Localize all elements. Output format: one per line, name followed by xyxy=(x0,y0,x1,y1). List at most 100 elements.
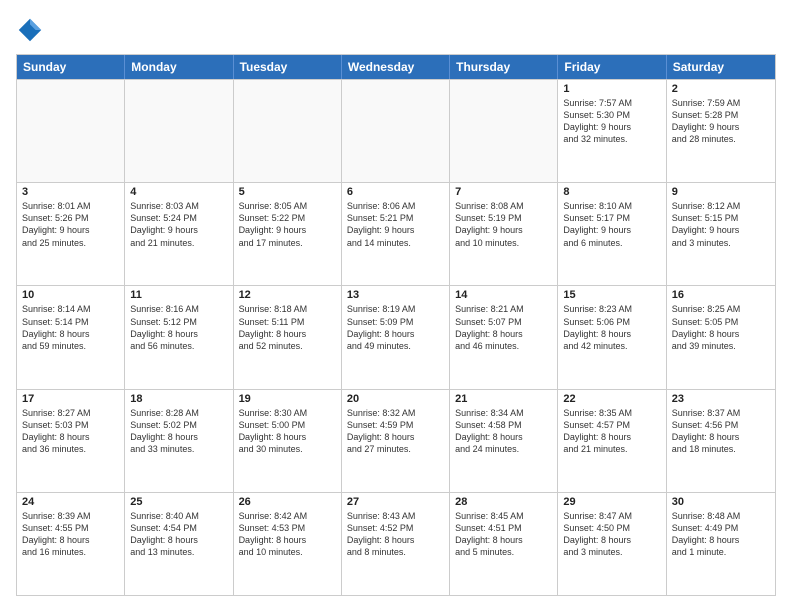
calendar-cell: 7 Sunrise: 8:08 AM Sunset: 5:19 PM Daylig… xyxy=(450,183,558,285)
day-info: Sunrise: 8:35 AM Sunset: 4:57 PM Dayligh… xyxy=(563,407,660,456)
day-number: 15 xyxy=(563,289,660,301)
calendar-header-wednesday: Wednesday xyxy=(342,55,450,79)
calendar-row-4: 24Sunrise: 8:39 AM Sunset: 4:55 PM Dayli… xyxy=(17,492,775,595)
day-info: Sunrise: 8:14 AM Sunset: 5:14 PM Dayligh… xyxy=(22,303,119,352)
calendar-cell: 3 Sunrise: 8:01 AM Sunset: 5:26 PM Daylig… xyxy=(17,183,125,285)
day-info: Sunrise: 8:08 AM Sunset: 5:19 PM Dayligh… xyxy=(455,200,552,249)
day-info: Sunrise: 8:30 AM Sunset: 5:00 PM Dayligh… xyxy=(239,407,336,456)
calendar-row-1: 3 Sunrise: 8:01 AM Sunset: 5:26 PM Daylig… xyxy=(17,182,775,285)
day-info: Sunrise: 8:27 AM Sunset: 5:03 PM Dayligh… xyxy=(22,407,119,456)
calendar-cell: 1Sunrise: 7:57 AM Sunset: 5:30 PM Daylig… xyxy=(558,80,666,182)
calendar-header-sunday: Sunday xyxy=(17,55,125,79)
day-info: Sunrise: 8:19 AM Sunset: 5:09 PM Dayligh… xyxy=(347,303,444,352)
calendar-cell: 14 Sunrise: 8:21 AM Sunset: 5:07 PM Dayli… xyxy=(450,286,558,388)
logo-icon xyxy=(16,16,44,44)
day-info: Sunrise: 8:25 AM Sunset: 5:05 PM Dayligh… xyxy=(672,303,770,352)
day-number: 21 xyxy=(455,393,552,405)
day-info: Sunrise: 8:21 AM Sunset: 5:07 PM Dayligh… xyxy=(455,303,552,352)
day-number: 23 xyxy=(672,393,770,405)
calendar-cell: 16 Sunrise: 8:25 AM Sunset: 5:05 PM Dayli… xyxy=(667,286,775,388)
calendar: SundayMondayTuesdayWednesdayThursdayFrid… xyxy=(16,54,776,596)
day-number: 7 xyxy=(455,186,552,198)
day-info: Sunrise: 8:16 AM Sunset: 5:12 PM Dayligh… xyxy=(130,303,227,352)
day-info: Sunrise: 8:37 AM Sunset: 4:56 PM Dayligh… xyxy=(672,407,770,456)
day-number: 4 xyxy=(130,186,227,198)
calendar-cell: 12 Sunrise: 8:18 AM Sunset: 5:11 PM Dayli… xyxy=(234,286,342,388)
day-number: 5 xyxy=(239,186,336,198)
calendar-header-saturday: Saturday xyxy=(667,55,775,79)
day-info: Sunrise: 8:01 AM Sunset: 5:26 PM Dayligh… xyxy=(22,200,119,249)
logo xyxy=(16,16,48,44)
calendar-header-thursday: Thursday xyxy=(450,55,558,79)
day-number: 17 xyxy=(22,393,119,405)
day-number: 30 xyxy=(672,496,770,508)
day-number: 20 xyxy=(347,393,444,405)
calendar-cell: 25 Sunrise: 8:40 AM Sunset: 4:54 PM Dayli… xyxy=(125,493,233,595)
day-number: 12 xyxy=(239,289,336,301)
calendar-cell: 30Sunrise: 8:48 AM Sunset: 4:49 PM Dayli… xyxy=(667,493,775,595)
calendar-row-2: 10 Sunrise: 8:14 AM Sunset: 5:14 PM Dayli… xyxy=(17,285,775,388)
calendar-body: 1Sunrise: 7:57 AM Sunset: 5:30 PM Daylig… xyxy=(17,79,775,595)
day-number: 2 xyxy=(672,83,770,95)
day-info: Sunrise: 8:06 AM Sunset: 5:21 PM Dayligh… xyxy=(347,200,444,249)
calendar-cell: 20Sunrise: 8:32 AM Sunset: 4:59 PM Dayli… xyxy=(342,390,450,492)
day-number: 16 xyxy=(672,289,770,301)
calendar-cell: 24Sunrise: 8:39 AM Sunset: 4:55 PM Dayli… xyxy=(17,493,125,595)
day-info: Sunrise: 8:34 AM Sunset: 4:58 PM Dayligh… xyxy=(455,407,552,456)
day-number: 19 xyxy=(239,393,336,405)
day-info: Sunrise: 8:23 AM Sunset: 5:06 PM Dayligh… xyxy=(563,303,660,352)
calendar-cell: 26Sunrise: 8:42 AM Sunset: 4:53 PM Dayli… xyxy=(234,493,342,595)
day-number: 10 xyxy=(22,289,119,301)
calendar-cell xyxy=(450,80,558,182)
day-number: 29 xyxy=(563,496,660,508)
calendar-cell: 27 Sunrise: 8:43 AM Sunset: 4:52 PM Dayli… xyxy=(342,493,450,595)
calendar-cell: 17 Sunrise: 8:27 AM Sunset: 5:03 PM Dayli… xyxy=(17,390,125,492)
calendar-header-tuesday: Tuesday xyxy=(234,55,342,79)
calendar-header-friday: Friday xyxy=(558,55,666,79)
day-info: Sunrise: 8:43 AM Sunset: 4:52 PM Dayligh… xyxy=(347,510,444,559)
calendar-cell: 10 Sunrise: 8:14 AM Sunset: 5:14 PM Dayli… xyxy=(17,286,125,388)
calendar-cell: 15 Sunrise: 8:23 AM Sunset: 5:06 PM Dayli… xyxy=(558,286,666,388)
day-number: 22 xyxy=(563,393,660,405)
calendar-row-0: 1Sunrise: 7:57 AM Sunset: 5:30 PM Daylig… xyxy=(17,79,775,182)
day-number: 25 xyxy=(130,496,227,508)
calendar-cell xyxy=(125,80,233,182)
calendar-cell xyxy=(342,80,450,182)
day-number: 8 xyxy=(563,186,660,198)
calendar-cell: 6 Sunrise: 8:06 AM Sunset: 5:21 PM Daylig… xyxy=(342,183,450,285)
calendar-cell: 23 Sunrise: 8:37 AM Sunset: 4:56 PM Dayli… xyxy=(667,390,775,492)
calendar-cell: 2 Sunrise: 7:59 AM Sunset: 5:28 PM Daylig… xyxy=(667,80,775,182)
day-number: 27 xyxy=(347,496,444,508)
calendar-cell xyxy=(234,80,342,182)
day-info: Sunrise: 8:05 AM Sunset: 5:22 PM Dayligh… xyxy=(239,200,336,249)
day-info: Sunrise: 8:10 AM Sunset: 5:17 PM Dayligh… xyxy=(563,200,660,249)
day-number: 13 xyxy=(347,289,444,301)
day-number: 26 xyxy=(239,496,336,508)
calendar-cell: 19 Sunrise: 8:30 AM Sunset: 5:00 PM Dayli… xyxy=(234,390,342,492)
day-number: 3 xyxy=(22,186,119,198)
calendar-cell: 13 Sunrise: 8:19 AM Sunset: 5:09 PM Dayli… xyxy=(342,286,450,388)
day-info: Sunrise: 7:59 AM Sunset: 5:28 PM Dayligh… xyxy=(672,97,770,146)
calendar-header: SundayMondayTuesdayWednesdayThursdayFrid… xyxy=(17,55,775,79)
page: SundayMondayTuesdayWednesdayThursdayFrid… xyxy=(0,0,792,612)
calendar-cell: 28Sunrise: 8:45 AM Sunset: 4:51 PM Dayli… xyxy=(450,493,558,595)
calendar-cell: 8 Sunrise: 8:10 AM Sunset: 5:17 PM Daylig… xyxy=(558,183,666,285)
day-info: Sunrise: 8:40 AM Sunset: 4:54 PM Dayligh… xyxy=(130,510,227,559)
day-info: Sunrise: 8:45 AM Sunset: 4:51 PM Dayligh… xyxy=(455,510,552,559)
calendar-cell: 21 Sunrise: 8:34 AM Sunset: 4:58 PM Dayli… xyxy=(450,390,558,492)
day-number: 11 xyxy=(130,289,227,301)
day-info: Sunrise: 7:57 AM Sunset: 5:30 PM Dayligh… xyxy=(563,97,660,146)
day-info: Sunrise: 8:28 AM Sunset: 5:02 PM Dayligh… xyxy=(130,407,227,456)
day-info: Sunrise: 8:47 AM Sunset: 4:50 PM Dayligh… xyxy=(563,510,660,559)
day-number: 9 xyxy=(672,186,770,198)
header xyxy=(16,16,776,44)
calendar-cell: 5 Sunrise: 8:05 AM Sunset: 5:22 PM Daylig… xyxy=(234,183,342,285)
day-number: 14 xyxy=(455,289,552,301)
calendar-cell: 9Sunrise: 8:12 AM Sunset: 5:15 PM Daylig… xyxy=(667,183,775,285)
day-info: Sunrise: 8:18 AM Sunset: 5:11 PM Dayligh… xyxy=(239,303,336,352)
calendar-header-monday: Monday xyxy=(125,55,233,79)
calendar-cell: 29 Sunrise: 8:47 AM Sunset: 4:50 PM Dayli… xyxy=(558,493,666,595)
calendar-cell: 18Sunrise: 8:28 AM Sunset: 5:02 PM Dayli… xyxy=(125,390,233,492)
day-info: Sunrise: 8:03 AM Sunset: 5:24 PM Dayligh… xyxy=(130,200,227,249)
day-number: 6 xyxy=(347,186,444,198)
